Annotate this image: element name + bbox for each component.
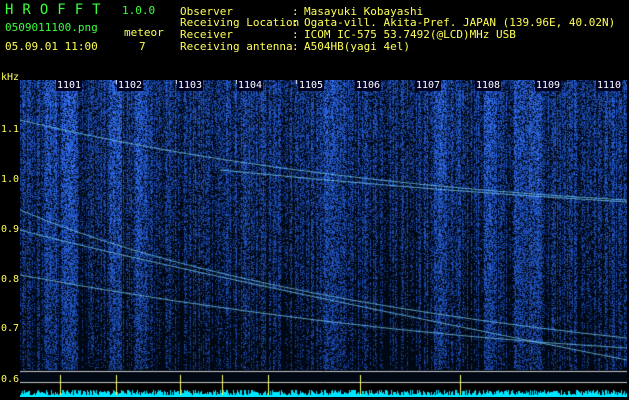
y-tick-label: 0.6 (1, 374, 20, 385)
x-tick-label: 1105 (298, 80, 325, 91)
x-tick-label: 1107 (415, 80, 442, 91)
y-tick-label: 0.9 (1, 224, 20, 235)
antenna-label: Receiving antenna (180, 40, 293, 53)
x-tick-label: 1101 (56, 80, 83, 91)
y-tick-label: 0.7 (1, 323, 20, 334)
antenna-value: A504HB(yagi 4el) (304, 40, 410, 53)
y-tick-label: 0.8 (1, 274, 20, 285)
x-tick-label: 1104 (237, 80, 264, 91)
x-tick-label: 1110 (596, 80, 623, 91)
app-title: HROFFT (5, 2, 110, 18)
date-time: 05.09.01 11:00 (5, 40, 98, 53)
y-tick-label: 1.1 (1, 124, 20, 135)
x-tick-label: 1103 (177, 80, 204, 91)
x-tick-label: 1106 (355, 80, 382, 91)
app-version: 1.0.0 (122, 4, 156, 17)
meteor-label: meteor (124, 26, 164, 39)
y-axis-unit: kHz (1, 72, 20, 83)
y-tick-label: 1.0 (1, 174, 20, 185)
x-tick-label: 1108 (475, 80, 502, 91)
file-name: 0509011100.png (5, 21, 98, 34)
x-tick-label: 1109 (535, 80, 562, 91)
spectrogram (20, 80, 627, 397)
hrofft-window: HROFFT 1.0.0 0509011100.png meteor 7 05.… (0, 0, 629, 400)
x-tick-label: 1102 (117, 80, 144, 91)
meteor-count: 7 (139, 40, 146, 53)
antenna-colon: : (292, 40, 299, 53)
